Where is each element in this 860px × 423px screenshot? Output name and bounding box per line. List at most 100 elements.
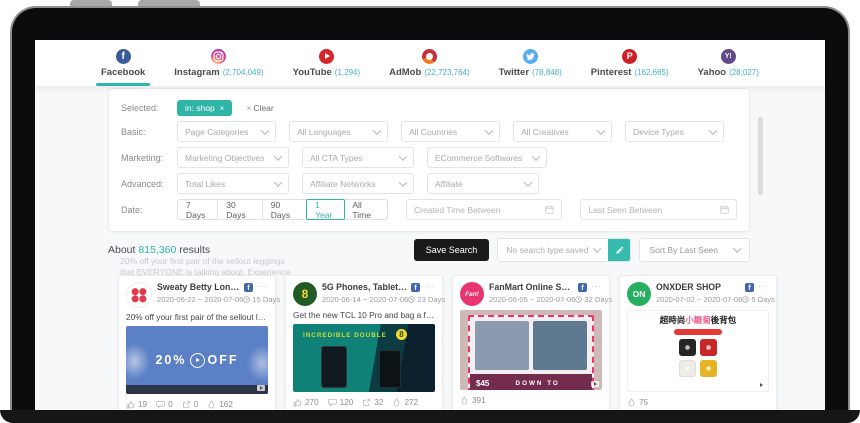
creative-text: OFF xyxy=(208,353,239,367)
duration-label: 23 Days xyxy=(417,295,445,304)
basic-label: Basic: xyxy=(121,127,177,137)
segment-7-days[interactable]: 7 Days xyxy=(177,199,218,220)
tab-label: YouTube xyxy=(293,67,332,78)
tab-twitter[interactable]: Twitter(78,848) xyxy=(495,40,566,86)
segment-30-days[interactable]: 30 Days xyxy=(218,199,262,220)
video-badge-icon xyxy=(757,382,765,388)
advertiser-name[interactable]: 5G Phones, Tablets & SIMs | ... xyxy=(322,282,407,292)
dropdown-device-types[interactable]: Device Types xyxy=(625,121,724,142)
dropdown-all-countries[interactable]: All Countries xyxy=(401,121,500,142)
card-header: ON ONXDER SHOP f ··· 2020-07-02 ~ 2020-0… xyxy=(627,282,769,306)
card-header: Sweaty Betty London | Wom... f ··· 2020-… xyxy=(126,282,268,308)
dropdown-all-languages[interactable]: All Languages xyxy=(289,121,388,142)
creative-text: DOWN TO xyxy=(489,380,586,387)
comment-icon xyxy=(328,398,337,407)
tab-instagram[interactable]: Instagram(2,704,049) xyxy=(170,40,267,86)
edit-saved-search-button[interactable] xyxy=(608,239,630,261)
segment-1-year[interactable]: 1 Year xyxy=(306,199,345,220)
stat-comments: 0 xyxy=(156,400,173,409)
stat-heat: 391 xyxy=(460,396,486,405)
product-photo xyxy=(679,339,696,356)
ad-text: Get the new TCL 10 Pro and bag a free TC… xyxy=(293,310,435,320)
dropdown-affiliate-networks[interactable]: Affiliate Networks xyxy=(302,173,414,194)
dropdown-value: All Creatives xyxy=(521,127,569,137)
stat-value: 162 xyxy=(219,400,233,409)
tab-pinterest[interactable]: P Pinterest(162,665) xyxy=(587,40,673,86)
product-photos xyxy=(470,317,592,374)
advertiser-name[interactable]: Sweaty Betty London | Wom... xyxy=(157,282,240,292)
ad-card-list: Sweaty Betty London | Wom... f ··· 2020-… xyxy=(108,275,750,423)
selected-row: Selected: in: shop × ×Clear xyxy=(121,100,737,116)
comment-icon xyxy=(156,400,165,409)
chevron-down-icon xyxy=(274,152,282,160)
tooltip-line: 20% off your first pair of the sellout l… xyxy=(120,256,290,267)
card-menu-button[interactable]: ··· xyxy=(257,284,268,290)
heat-icon xyxy=(207,400,216,409)
card-menu-button[interactable]: ··· xyxy=(424,284,435,290)
creative-frame: $45 DOWN TO xyxy=(468,315,594,390)
advanced-label: Advanced: xyxy=(121,179,177,189)
admob-icon xyxy=(422,49,437,64)
panel-scrollbar[interactable] xyxy=(758,117,763,195)
dropdown-value: ECommerce Softwares xyxy=(435,153,522,163)
ad-creative-image[interactable]: $45 DOWN TO xyxy=(460,310,602,390)
segment-all-time[interactable]: All Time xyxy=(344,199,388,220)
stat-value: 32 xyxy=(374,398,383,407)
instagram-icon xyxy=(211,49,226,64)
tab-admob[interactable]: AdMob(22,723,764) xyxy=(385,40,474,86)
play-icon[interactable] xyxy=(190,353,205,368)
saved-search-label: No search type saved xyxy=(506,245,588,255)
ad-creative-image[interactable]: 超時尚小雛菊後背包 xyxy=(627,310,769,392)
dropdown-ecommerce-softwares[interactable]: ECommerce Softwares xyxy=(427,147,547,168)
results-prefix: About xyxy=(108,244,138,256)
dropdown-cta-types[interactable]: All CTA Types xyxy=(302,147,414,168)
dropdown-page-categories[interactable]: Page Categories xyxy=(177,121,276,142)
tab-yahoo[interactable]: Y! Yahoo(28,027) xyxy=(694,40,763,86)
ad-card-fanmart[interactable]: Fan! FanMart Online Shopping - F... f ··… xyxy=(452,275,610,423)
tab-youtube[interactable]: YouTube(1,294) xyxy=(289,40,365,86)
advertiser-name[interactable]: FanMart Online Shopping - F... xyxy=(489,282,574,292)
card-header-main: Sweaty Betty London | Wom... f ··· 2020-… xyxy=(157,282,268,308)
ad-creative-image[interactable]: 20% OFF xyxy=(126,326,268,394)
device-base xyxy=(0,410,860,423)
card-menu-button[interactable]: ··· xyxy=(758,284,769,290)
saved-search-value[interactable]: No search type saved xyxy=(498,239,608,261)
chevron-down-icon xyxy=(485,126,493,134)
clock-icon xyxy=(408,296,415,303)
video-badge-icon xyxy=(591,381,599,387)
dropdown-all-creatives[interactable]: All Creatives xyxy=(513,121,612,142)
creative-ribbon xyxy=(674,329,722,335)
clear-filters-button[interactable]: ×Clear xyxy=(246,103,273,113)
ad-creative-image[interactable]: INCREDIBLE DOUBLE 8 xyxy=(293,324,435,392)
facebook-badge-icon: f xyxy=(244,283,253,292)
chevron-down-icon xyxy=(524,178,532,186)
advertiser-avatar: 8 xyxy=(293,282,317,306)
created-time-between-input[interactable]: Created Time Between xyxy=(406,199,563,220)
ad-card-sweaty-betty[interactable]: Sweaty Betty London | Wom... f ··· 2020-… xyxy=(118,275,276,423)
card-menu-button[interactable]: ··· xyxy=(591,284,602,290)
ad-text: 20% off your first pair of the sellout l… xyxy=(126,312,268,322)
date-range: 2020-06-05 ~ 2020-07-06 xyxy=(489,295,575,304)
chevron-down-icon xyxy=(597,126,605,134)
advertiser-avatar xyxy=(126,282,152,308)
facebook-badge-icon: f xyxy=(745,283,754,292)
sort-select[interactable]: Sort By Last Seen xyxy=(639,238,750,262)
results-area: 20% off your first pair of the sellout l… xyxy=(108,275,750,423)
tab-facebook[interactable]: f Facebook xyxy=(97,40,149,86)
dropdown-marketing-objectives[interactable]: Marketing Objectives xyxy=(177,147,289,168)
last-seen-between-input[interactable]: Last Seen Between xyxy=(580,199,737,220)
keyword-chip[interactable]: in: shop × xyxy=(177,100,232,116)
ad-card-5g-phones[interactable]: 8 5G Phones, Tablets & SIMs | ... f ··· … xyxy=(285,275,443,423)
segment-90-days[interactable]: 90 Days xyxy=(263,199,307,220)
ad-card-onxder[interactable]: ON ONXDER SHOP f ··· 2020-07-02 ~ 2020-0… xyxy=(619,275,777,423)
date-range: 2020-06-22 ~ 2020-07-06 xyxy=(157,295,243,304)
card-header: 8 5G Phones, Tablets & SIMs | ... f ··· … xyxy=(293,282,435,306)
card-header-main: ONXDER SHOP f ··· 2020-07-02 ~ 2020-07-0… xyxy=(656,282,769,306)
save-search-button[interactable]: Save Search xyxy=(414,239,490,261)
share-icon xyxy=(362,398,371,407)
dropdown-affiliate[interactable]: Affiliate xyxy=(427,173,539,194)
chip-close-icon[interactable]: × xyxy=(220,104,225,113)
dropdown-total-likes[interactable]: Total Likes xyxy=(177,173,289,194)
dropdown-value: Device Types xyxy=(633,127,684,137)
advertiser-name[interactable]: ONXDER SHOP xyxy=(656,282,741,292)
